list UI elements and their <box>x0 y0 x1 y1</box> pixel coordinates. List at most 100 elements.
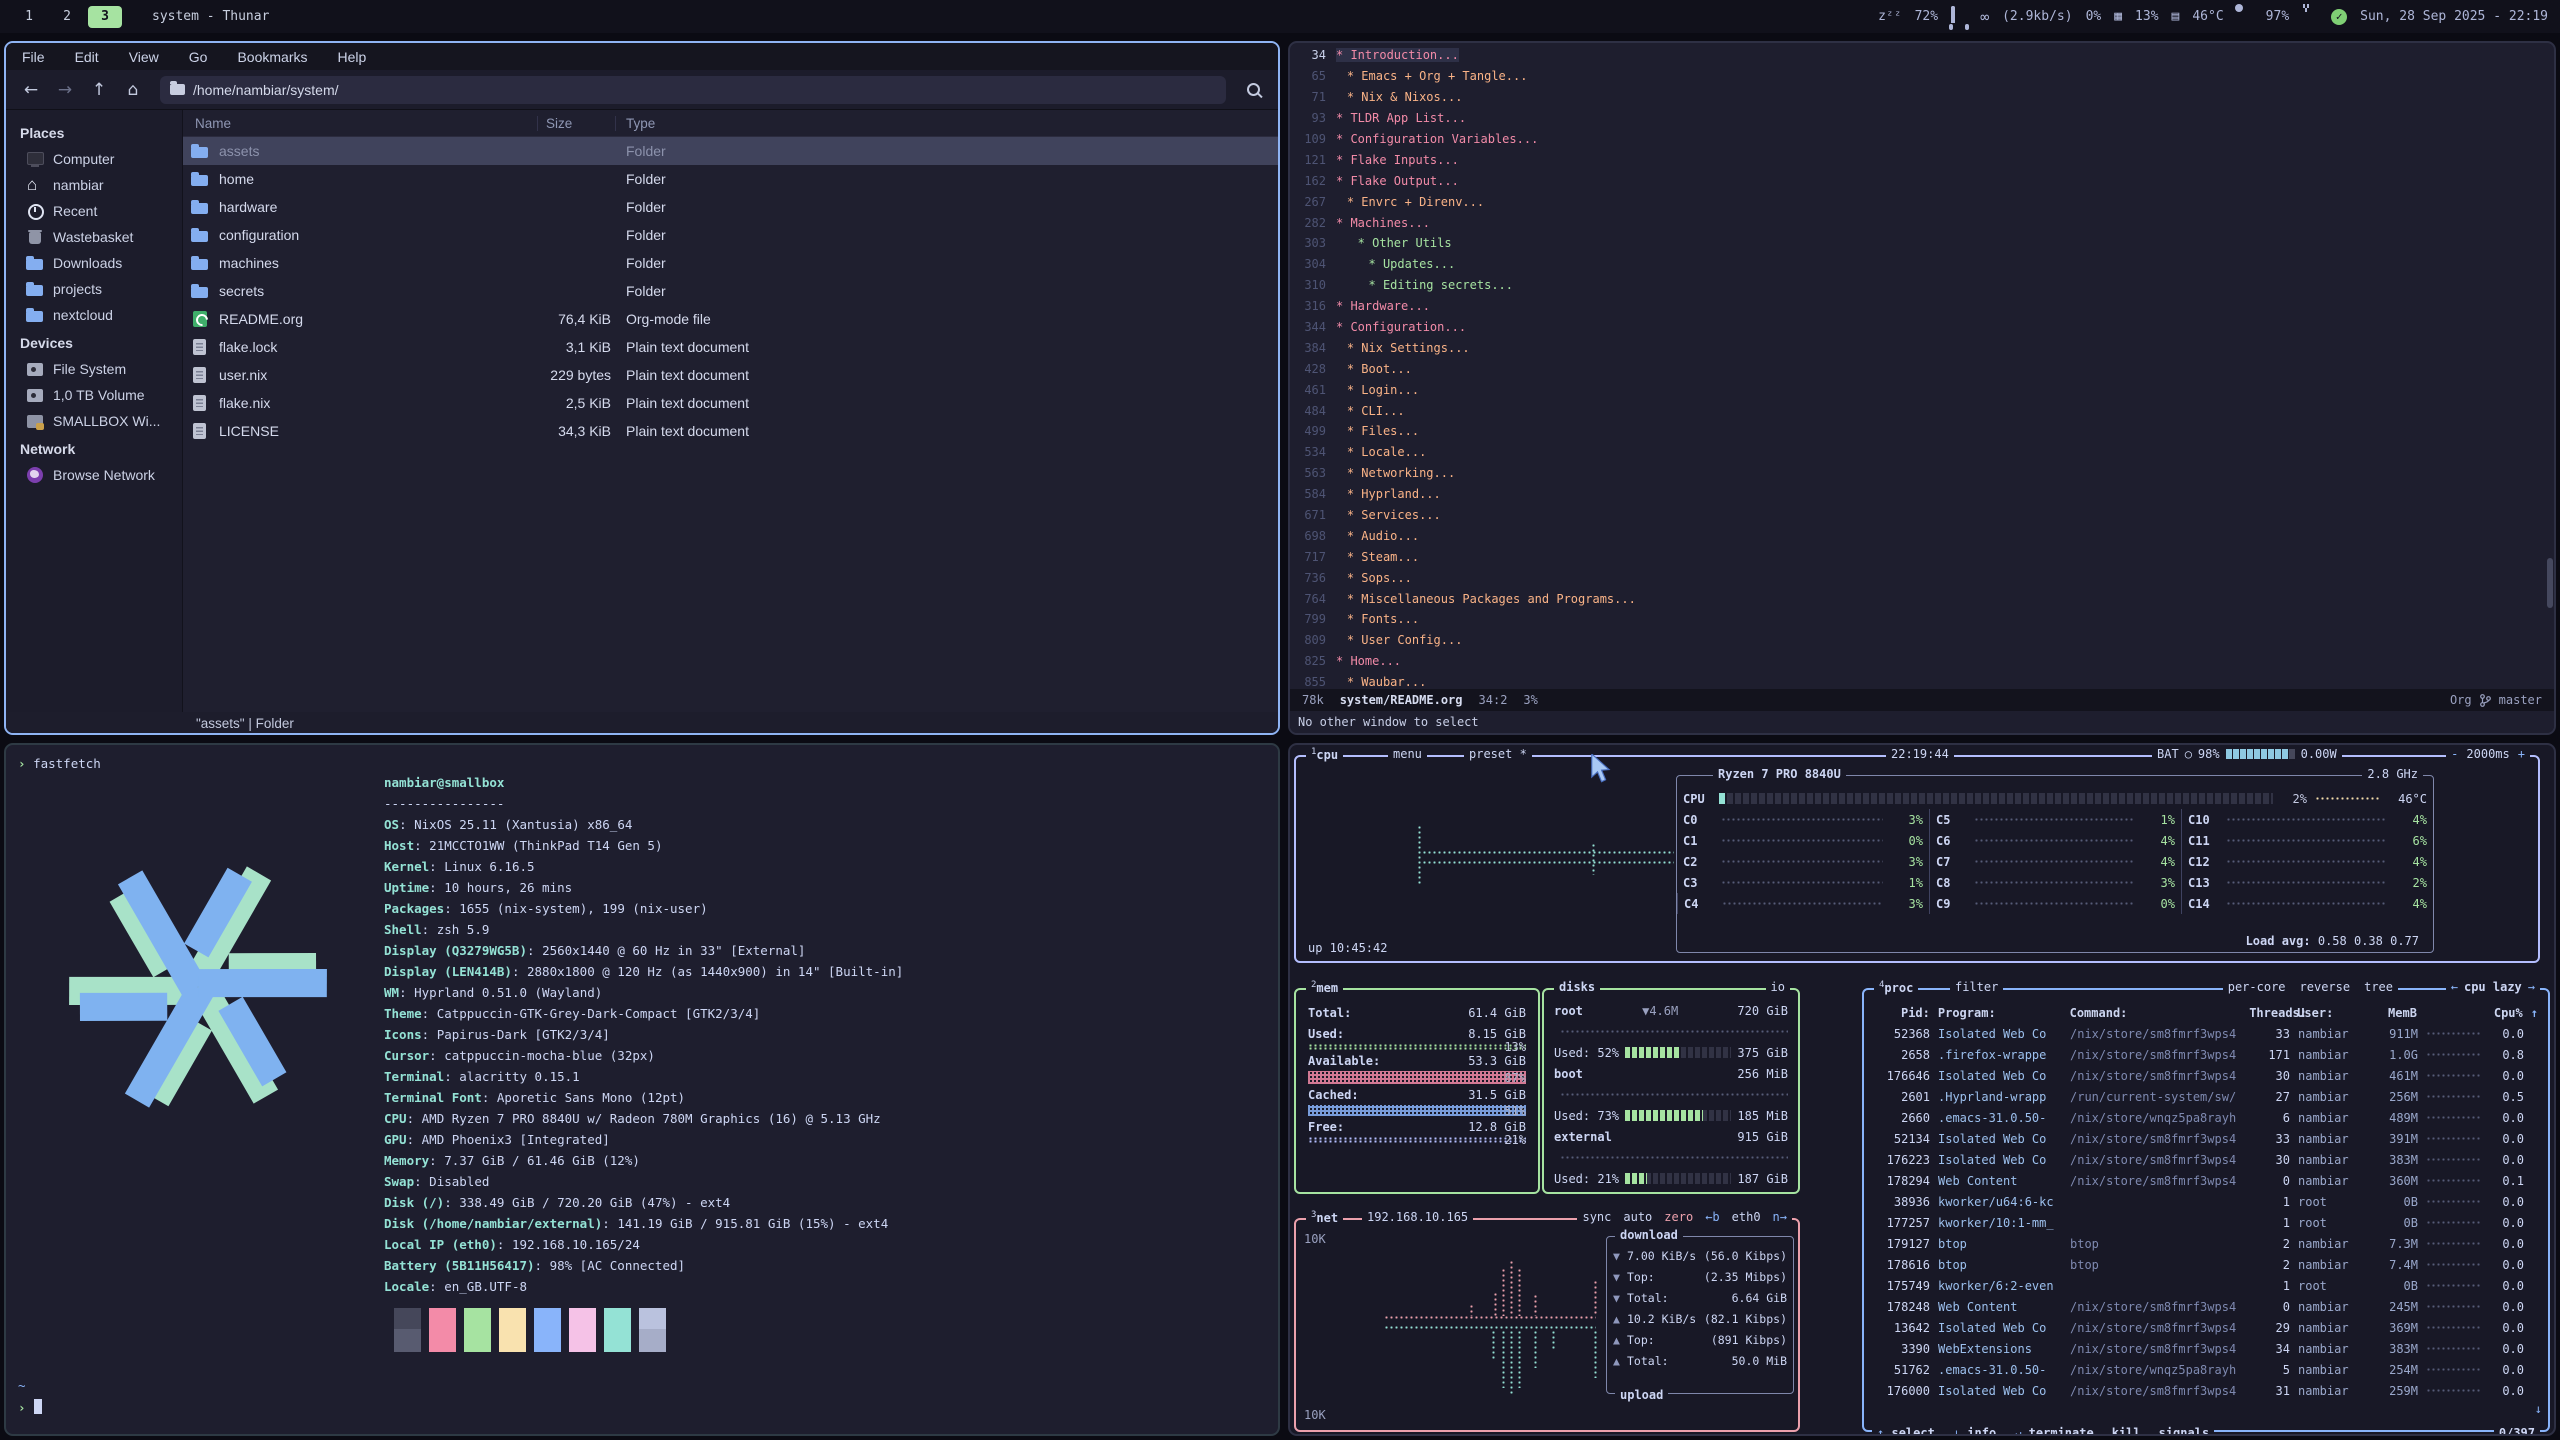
filter-button[interactable]: filter <box>1950 980 2003 994</box>
headphones-icon[interactable] <box>1951 8 1967 26</box>
process-row[interactable]: 3390 WebExtensions /nix/store/sm8fmrf3wp… <box>1864 1338 2548 1359</box>
process-row[interactable]: 52368 Isolated Web Co /nix/store/sm8fmrf… <box>1864 1023 2548 1044</box>
sidebar-item[interactable]: Wastebasket <box>6 224 182 250</box>
file-row[interactable]: machines Folder <box>183 249 1278 277</box>
proc-footer-key[interactable]: ↵ terminate <box>2014 1426 2094 1436</box>
menu-item[interactable]: Help <box>338 49 367 65</box>
volume-value[interactable]: 72% <box>1915 9 1938 24</box>
preset-button[interactable]: preset * <box>1464 747 1532 761</box>
file-row[interactable]: flake.nix 2,5 KiB Plain text document <box>183 389 1278 417</box>
file-row[interactable]: configuration Folder <box>183 221 1278 249</box>
sidebar-item[interactable]: nambiar <box>6 172 182 198</box>
network-speed[interactable]: (2.9kb/s) <box>2002 9 2072 24</box>
proc-option[interactable]: per-core <box>2228 980 2286 994</box>
menu-button[interactable]: menu <box>1388 747 1427 761</box>
proc-box-title[interactable]: 4proc <box>1874 980 1918 995</box>
file-row[interactable]: user.nix 229 bytes Plain text document <box>183 361 1278 389</box>
path-bar[interactable]: /home/nambiar/system/ <box>160 76 1226 104</box>
column-header-size[interactable]: Size <box>537 116 615 131</box>
process-row[interactable]: 178616 btop btop 2 nambiar 7.4M 0.0 <box>1864 1254 2548 1275</box>
file-row[interactable]: LICENSE 34,3 KiB Plain text document <box>183 417 1278 445</box>
sidebar-item[interactable]: Browse Network <box>6 462 182 488</box>
net-control[interactable]: ←b <box>1705 1210 1719 1224</box>
cpu-box-title[interactable]: 1cpu <box>1306 747 1343 762</box>
workspace-button[interactable]: 1 <box>12 6 46 28</box>
menu-item[interactable]: File <box>22 49 45 65</box>
proc-nav[interactable]: ←cpu lazy→ <box>2446 980 2540 994</box>
battery-value[interactable]: 97% <box>2266 9 2289 24</box>
workspace-button[interactable]: 2 <box>50 6 84 28</box>
sidebar-item[interactable]: Downloads <box>6 250 182 276</box>
interval-control[interactable]: - 2000ms + <box>2446 747 2530 761</box>
process-row[interactable]: 51762 .emacs-31.0.50- /nix/store/wnqz5pa… <box>1864 1359 2548 1380</box>
process-row[interactable]: 2660 .emacs-31.0.50- /nix/store/wnqz5pa8… <box>1864 1107 2548 1128</box>
updates-ok-icon[interactable]: ✓ <box>2331 9 2347 25</box>
forward-button[interactable]: → <box>50 76 80 104</box>
sidebar-item[interactable]: projects <box>6 276 182 302</box>
process-row[interactable]: 179127 btop btop 2 nambiar 7.3M 0.0 <box>1864 1233 2548 1254</box>
mem-box-title[interactable]: 2mem <box>1306 980 1343 995</box>
shell-prompt-line[interactable]: › <box>18 1397 42 1418</box>
column-header-name[interactable]: Name <box>183 116 537 131</box>
ram-value[interactable]: 13% <box>2135 9 2158 24</box>
process-row[interactable]: 175749 kworker/6:2-even 1 root 0B 0.0 <box>1864 1275 2548 1296</box>
process-row[interactable]: 176646 Isolated Web Co /nix/store/sm8fmr… <box>1864 1065 2548 1086</box>
proc-footer-key[interactable]: ↑ select <box>1877 1426 1935 1436</box>
temp-value[interactable]: 46°C <box>2192 9 2223 24</box>
proc-footer-key[interactable]: signals <box>2159 1426 2210 1436</box>
net-control[interactable]: eth0 <box>1732 1210 1761 1224</box>
file-row[interactable]: flake.lock 3,1 KiB Plain text document <box>183 333 1278 361</box>
file-row[interactable]: home Folder <box>183 165 1278 193</box>
process-row[interactable]: 176223 Isolated Web Co /nix/store/sm8fmr… <box>1864 1149 2548 1170</box>
proc-footer-key[interactable]: ↓ info <box>1953 1426 1996 1436</box>
menu-item[interactable]: View <box>129 49 159 65</box>
menu-item[interactable]: Go <box>189 49 208 65</box>
process-row[interactable]: 2658 .firefox-wrappe /nix/store/sm8fmrf3… <box>1864 1044 2548 1065</box>
process-row[interactable]: 177257 kworker/10:1-mm_ 1 root 0B 0.0 <box>1864 1212 2548 1233</box>
fastfetch-entry: GPU: AMD Phoenix3 [Integrated] <box>384 1132 903 1153</box>
process-row[interactable]: 52134 Isolated Web Co /nix/store/sm8fmrf… <box>1864 1128 2548 1149</box>
menu-item[interactable]: Bookmarks <box>237 49 307 65</box>
disks-box-title[interactable]: disks <box>1554 980 1600 994</box>
sidebar-item[interactable]: 1,0 TB Volume <box>6 382 182 408</box>
link-icon[interactable]: ∞ <box>1980 8 1989 26</box>
process-row[interactable]: 38936 kworker/u64:6-kc 1 root 0B 0.0 <box>1864 1191 2548 1212</box>
cpu-value[interactable]: 0% <box>2086 9 2102 24</box>
back-button[interactable]: ← <box>16 76 46 104</box>
up-button[interactable]: ↑ <box>84 76 114 104</box>
process-row[interactable]: 178294 Web Content /nix/store/sm8fmrf3wp… <box>1864 1170 2548 1191</box>
process-row[interactable]: 178248 Web Content /nix/store/sm8fmrf3wp… <box>1864 1296 2548 1317</box>
proc-option[interactable]: reverse <box>2300 980 2351 994</box>
proc-header[interactable]: Pid: Program: Command: Threads: User: Me… <box>1864 1002 2548 1023</box>
file-row[interactable]: secrets Folder <box>183 277 1278 305</box>
file-row[interactable]: hardware Folder <box>183 193 1278 221</box>
proc-footer-key[interactable]: kill <box>2112 1426 2141 1436</box>
idle-inhibit-icon[interactable]: zᶻᶻ <box>1878 9 1901 24</box>
net-control[interactable]: zero <box>1664 1210 1693 1224</box>
process-row[interactable]: 13642 Isolated Web Co /nix/store/sm8fmrf… <box>1864 1317 2548 1338</box>
home-button[interactable]: ⌂ <box>118 76 148 104</box>
org-buffer[interactable]: 34 * Introduction... 65 * Emacs + Org + … <box>1290 45 2554 687</box>
scroll-down-icon[interactable]: ↓ <box>2535 1402 2542 1416</box>
net-control[interactable]: auto <box>1623 1210 1652 1224</box>
net-box-title[interactable]: 3net <box>1306 1210 1343 1225</box>
sidebar-item[interactable]: nextcloud <box>6 302 182 328</box>
file-row[interactable]: README.org 76,4 KiB Org-mode file <box>183 305 1278 333</box>
net-control[interactable]: n→ <box>1773 1210 1787 1224</box>
process-row[interactable]: 176000 Isolated Web Co /nix/store/sm8fmr… <box>1864 1380 2548 1401</box>
sidebar-item[interactable]: File System <box>6 356 182 382</box>
workspace-button[interactable]: 3 <box>88 6 122 28</box>
proc-option[interactable]: tree <box>2364 980 2393 994</box>
disks-io-toggle[interactable]: io <box>1766 980 1790 994</box>
column-header-type[interactable]: Type <box>615 116 1278 131</box>
emacs-scrollbar-thumb[interactable] <box>2547 558 2553 608</box>
search-button[interactable] <box>1238 76 1268 104</box>
menu-item[interactable]: Edit <box>75 49 99 65</box>
file-row[interactable]: assets Folder <box>183 137 1278 165</box>
sidebar-item[interactable]: SMALLBOX Wi... <box>6 408 182 434</box>
process-row[interactable]: 2601 .Hyprland-wrapp /run/current-system… <box>1864 1086 2548 1107</box>
clock-date[interactable]: Sun, 28 Sep 2025 - 22:19 <box>2360 9 2548 24</box>
net-control[interactable]: sync <box>1582 1210 1611 1224</box>
sidebar-item[interactable]: Recent <box>6 198 182 224</box>
sidebar-item[interactable]: Computer <box>6 146 182 172</box>
